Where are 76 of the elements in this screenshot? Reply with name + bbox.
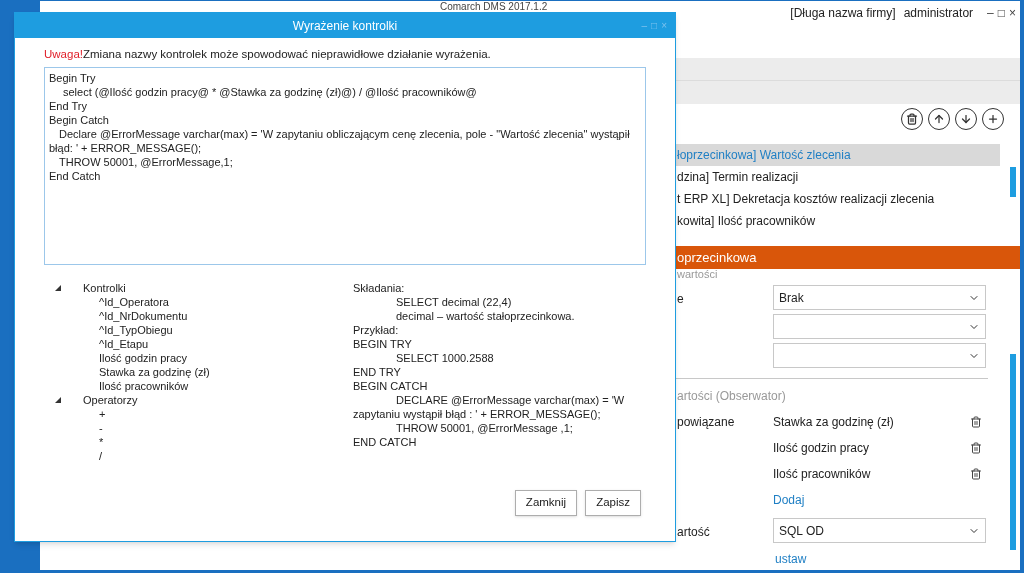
- user-name: administrator: [903, 5, 974, 22]
- arrow-up-icon: [933, 113, 945, 125]
- warning-prefix: Uwaga!: [44, 48, 83, 60]
- tree-item[interactable]: -: [55, 421, 353, 436]
- dropdown[interactable]: SQL OD: [773, 518, 986, 543]
- linked-control: Ilość godzin pracy: [773, 439, 870, 457]
- field-label: e: [677, 291, 684, 306]
- dialog-button[interactable]: Zamknij: [514, 490, 578, 516]
- window-control[interactable]: □: [997, 4, 1005, 22]
- company-name: [Długa nazwa firmy]: [790, 5, 896, 22]
- help-line: SELECT decimal (22,4): [395, 295, 513, 310]
- code-line: błąd: ' + ERROR_MESSAGE();: [49, 141, 203, 156]
- trash-icon: [906, 113, 918, 125]
- tree-item[interactable]: *: [55, 435, 353, 450]
- window-control[interactable]: –: [987, 4, 994, 22]
- dropdown[interactable]: Brak: [773, 285, 986, 310]
- warning-text: Zmiana nazwy kontrolek może spowodować nieprawidłowe działanie wyrażenia.: [83, 48, 491, 60]
- section-subtitle: wartości: [676, 269, 719, 280]
- linked-control: Ilość pracowników: [773, 465, 871, 483]
- help-line: DECLARE @ErrorMessage varchar(max) = 'W: [395, 393, 625, 408]
- move-down-button[interactable]: [955, 108, 977, 130]
- help-line: zapytaniu wystąpił błąd : ' + ERROR_MESSAGE();: [353, 407, 602, 422]
- help-line: SELECT 1000.2588: [395, 351, 495, 366]
- help-line: decimal – wartość stałoprzecinkowa.: [395, 309, 576, 324]
- code-line: Begin Try: [49, 71, 97, 86]
- scrollbar-thumb[interactable]: [1010, 167, 1016, 197]
- tree-item[interactable]: ^Id_TypObiegu: [55, 323, 353, 338]
- tree-item[interactable]: Stawka za godzinę (zł): [55, 365, 353, 380]
- tree-node[interactable]: Kontrolki: [83, 281, 126, 296]
- code-line: Declare @ErrorMessage varchar(max) = 'W zapytaniu obliczającym cenę zlecenia, pole - "Wartość zlecenia" wystąpił: [58, 127, 631, 142]
- expanded-triangle-icon[interactable]: [55, 285, 61, 292]
- help-line: THROW 50001, @ErrorMessage ,1;: [395, 421, 574, 436]
- trash-icon[interactable]: [970, 416, 982, 428]
- set-link[interactable]: ustaw: [775, 550, 1010, 568]
- tree-item[interactable]: ^Id_Operatora: [55, 295, 353, 310]
- plus-icon: [987, 113, 999, 125]
- list-item[interactable]: kowita] Ilość pracowników: [675, 210, 1000, 232]
- tree-item[interactable]: Ilość godzin pracy: [55, 351, 353, 366]
- field-label: artość: [677, 524, 710, 539]
- delete-button[interactable]: [901, 108, 923, 130]
- trash-icon[interactable]: [970, 442, 982, 454]
- tree-item[interactable]: ^Id_NrDokumentu: [55, 309, 353, 324]
- app-title: Comarch DMS 2017.1.2: [440, 1, 548, 12]
- code-line: End Try: [49, 99, 88, 114]
- dialog-button[interactable]: Zapisz: [585, 490, 641, 516]
- tree-item[interactable]: Ilość pracowników: [55, 379, 353, 394]
- code-line: End Catch: [49, 169, 102, 184]
- code-line: Begin Catch: [49, 113, 110, 128]
- window-control[interactable]: ×: [1009, 4, 1016, 22]
- field-label: powiązane: [677, 415, 735, 429]
- tree-item[interactable]: ^Id_Etapu: [55, 337, 353, 352]
- trash-icon[interactable]: [970, 468, 982, 480]
- help-line: Składania:: [353, 281, 406, 296]
- add-link[interactable]: Dodaj: [773, 491, 986, 509]
- help-line: BEGIN CATCH: [353, 379, 429, 394]
- tree-item[interactable]: /: [55, 449, 353, 464]
- move-up-button[interactable]: [928, 108, 950, 130]
- scrollbar-thumb[interactable]: [1010, 354, 1016, 550]
- code-line: select (@Ilość godzin pracy@ * @Stawka za godzinę (zł)@) / @Ilość pracowników@: [62, 85, 478, 100]
- help-line: END CATCH: [353, 435, 418, 450]
- help-line: END TRY: [353, 365, 402, 380]
- expression-editor[interactable]: [44, 67, 646, 266]
- help-line: Przykład:: [353, 323, 400, 338]
- tree-item[interactable]: +: [55, 407, 353, 422]
- list-item[interactable]: dzina] Termin realizacji: [675, 166, 1000, 188]
- help-line: BEGIN TRY: [353, 337, 413, 352]
- section-header: oprzecinkowa: [675, 246, 1020, 269]
- arrow-down-icon: [960, 113, 972, 125]
- code-line: THROW 50001, @ErrorMessage,1;: [58, 155, 234, 170]
- expanded-triangle-icon[interactable]: [55, 397, 61, 404]
- dialog-title: Wyrażenie kontrolki: [292, 17, 398, 35]
- linked-control: Stawka za godzinę (zł): [773, 413, 894, 431]
- add-button[interactable]: [982, 108, 1004, 130]
- list-item[interactable]: t ERP XL] Dekretacja kosztów realizacji zlecenia: [675, 188, 1000, 210]
- section-title: artości (Obserwator): [676, 388, 787, 405]
- tree-node[interactable]: Operatorzy: [83, 393, 138, 408]
